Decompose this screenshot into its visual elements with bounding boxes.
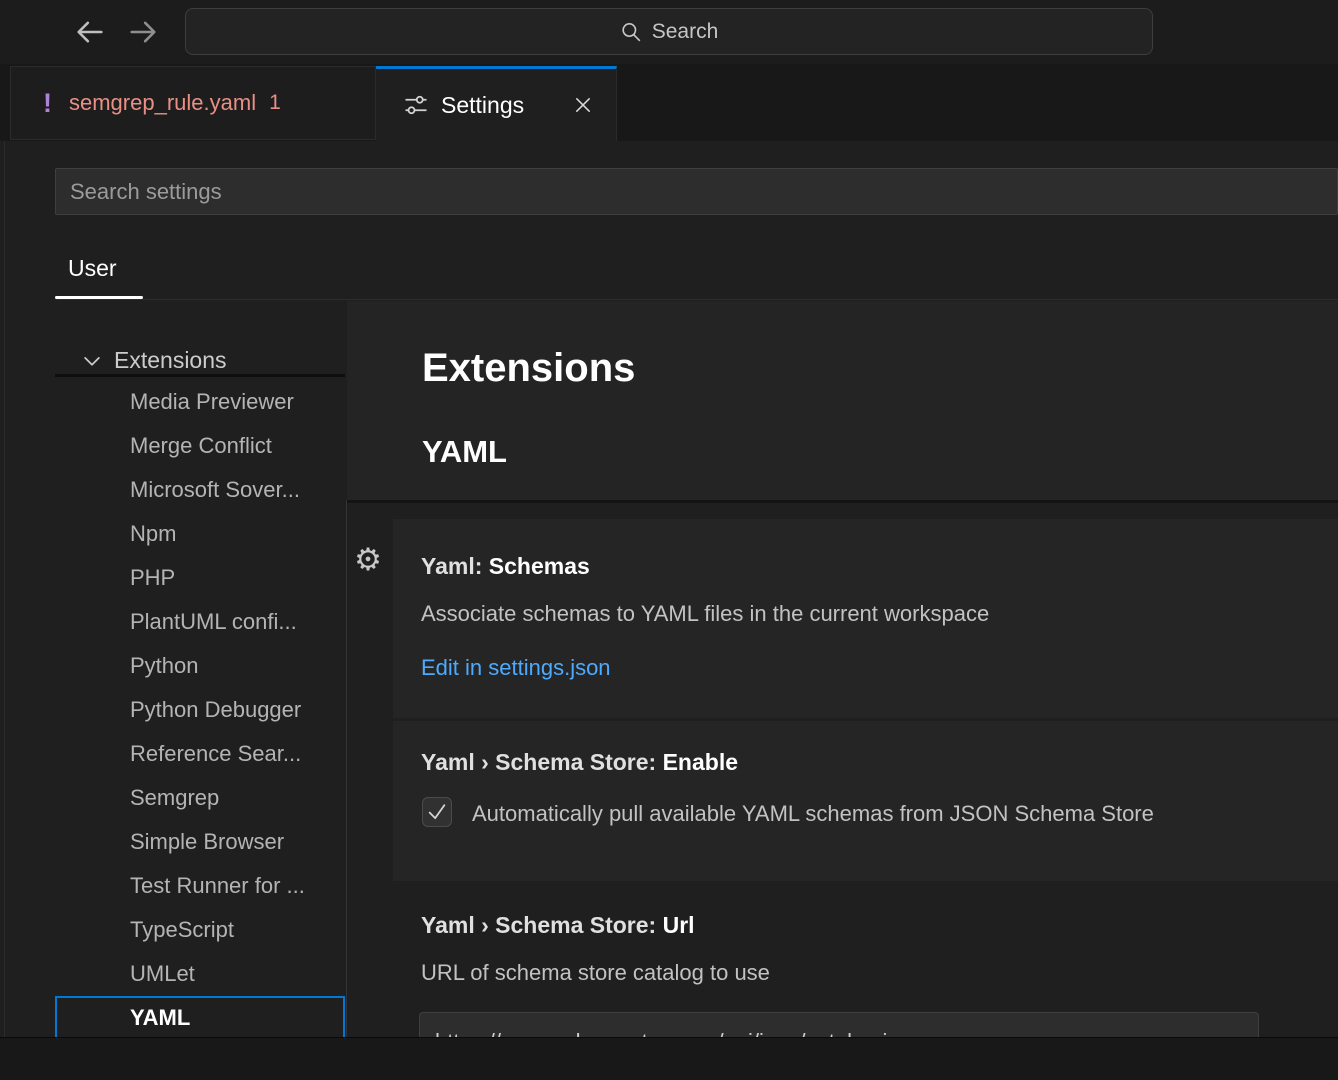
command-center-label: Search [652,20,719,44]
setting-row-schema-store-enable: Yaml › Schema Store: Enable Automaticall… [393,721,1338,881]
toc-item-python[interactable]: Python [55,644,345,688]
checkbox-description: Automatically pull available YAML schema… [472,800,1154,828]
toc-item-yaml[interactable]: YAML [55,996,345,1037]
toc-group-extensions[interactable]: Extensions [82,347,227,374]
toc-item-typescript[interactable]: TypeScript [55,908,345,952]
setting-title: Yaml: Schemas [421,552,590,580]
setting-category-label: Yaml › Schema Store: [421,749,663,775]
checkmark-icon [426,801,448,823]
file-tab-label: semgrep_rule.yaml [69,90,256,116]
arrow-right-icon [126,15,160,49]
toc-item-php[interactable]: PHP [55,556,345,600]
toc-item-merge-conflict[interactable]: Merge Conflict [55,424,345,468]
close-tab-button[interactable] [568,90,598,120]
toc-tree: Media PreviewerMerge ConflictMicrosoft S… [55,380,345,1037]
toc-item-plantuml-confi[interactable]: PlantUML confi... [55,600,345,644]
toc-sticky-divider [55,374,345,377]
scope-tab-user[interactable]: User [68,255,117,282]
toc-item-test-runner-for[interactable]: Test Runner for ... [55,864,345,908]
toc-group-label: Extensions [114,347,227,374]
editor-left-border [4,141,5,1037]
setting-description: URL of schema store catalog to use [421,959,770,987]
setting-name-label: Url [663,912,695,938]
title-bar: Search [0,0,1338,64]
header-scroll-shadow [347,500,1338,503]
setting-name-label: Schemas [489,553,590,579]
toc-resize-sash[interactable] [346,500,347,1037]
settings-search-input[interactable] [55,168,1338,215]
close-icon [574,96,592,114]
scope-tabbar-border [55,299,1338,300]
toc-item-umlet[interactable]: UMLet [55,952,345,996]
settings-sliders-icon [404,93,428,117]
settings-editor: User Extensions Media PreviewerMerge Con… [0,141,1338,1037]
navigate-forward-button[interactable] [125,14,161,50]
setting-row-yaml-schemas: Yaml: Schemas Associate schemas to YAML … [393,519,1338,718]
toc-item-microsoft-sover[interactable]: Microsoft Sover... [55,468,345,512]
bottom-panel-strip [0,1037,1338,1080]
setting-title: Yaml › Schema Store: Url [421,911,695,939]
settings-content-header: Extensions YAML [347,301,1338,500]
problems-indicator-icon: ! [43,88,52,119]
setting-title: Yaml › Schema Store: Enable [421,748,738,776]
toc-item-python-debugger[interactable]: Python Debugger [55,688,345,732]
chevron-down-icon [82,351,102,371]
settings-tab-label: Settings [441,92,524,119]
search-icon [620,21,642,43]
arrow-left-icon [73,15,107,49]
setting-category-label: Yaml › Schema Store: [421,912,663,938]
editor-tab-bar: ! semgrep_rule.yaml 1 Settings [0,64,1338,141]
toc-item-reference-sear[interactable]: Reference Sear... [55,732,345,776]
toc-item-media-previewer[interactable]: Media Previewer [55,380,345,424]
toc-item-semgrep[interactable]: Semgrep [55,776,345,820]
settings-section-title: YAML [422,434,507,470]
setting-category-label: Yaml: [421,553,489,579]
toc-item-simple-browser[interactable]: Simple Browser [55,820,345,864]
setting-name-label: Enable [663,749,738,775]
tab-settings[interactable]: Settings [376,66,617,141]
schema-store-url-input[interactable] [419,1012,1259,1037]
edit-in-settings-json-link[interactable]: Edit in settings.json [421,654,611,682]
command-center-search[interactable]: Search [185,8,1153,55]
setting-description: Associate schemas to YAML files in the c… [421,600,989,628]
toc-item-npm[interactable]: Npm [55,512,345,556]
navigate-back-button[interactable] [72,14,108,50]
settings-category-title: Extensions [422,345,635,391]
file-tab-problem-count: 1 [269,91,281,115]
setting-gear-icon[interactable]: ⚙ [351,542,385,578]
tab-semgrep-rule-yaml[interactable]: ! semgrep_rule.yaml 1 [10,66,376,140]
schema-store-enable-checkbox[interactable] [422,797,452,827]
